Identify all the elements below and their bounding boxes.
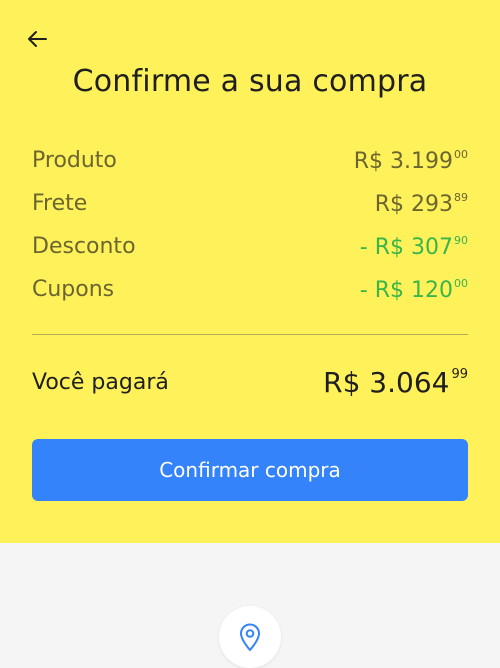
map-pin-icon bbox=[240, 623, 260, 651]
discount-row: Desconto - R$ 30790 bbox=[32, 225, 468, 268]
shipping-amount-main: R$ 293 bbox=[374, 191, 453, 217]
product-amount-main: R$ 3.199 bbox=[353, 148, 453, 174]
coupons-row: Cupons - R$ 12000 bbox=[32, 268, 468, 311]
total-row: Você pagará R$ 3.064 99 bbox=[32, 360, 468, 404]
product-label: Produto bbox=[32, 148, 117, 173]
discount-amount: - R$ 30790 bbox=[360, 234, 468, 260]
back-button[interactable] bbox=[20, 22, 54, 56]
purchase-summary-panel: Confirme a sua compra Produto R$ 3.19900… bbox=[0, 0, 500, 543]
total-amount-cents: 99 bbox=[451, 366, 468, 382]
coupons-label: Cupons bbox=[32, 277, 115, 302]
product-amount: R$ 3.19900 bbox=[354, 148, 468, 174]
coupons-amount-cents: 00 bbox=[454, 276, 468, 290]
total-label: Você pagará bbox=[32, 369, 169, 395]
location-badge bbox=[219, 606, 281, 668]
discount-amount-main: - R$ 307 bbox=[359, 234, 453, 260]
shipping-row: Frete R$ 29389 bbox=[32, 182, 468, 225]
price-breakdown: Produto R$ 3.19900 Frete R$ 29389 Descon… bbox=[32, 139, 468, 311]
shipping-amount: R$ 29389 bbox=[375, 191, 468, 217]
arrow-left-icon bbox=[28, 31, 47, 47]
product-row: Produto R$ 3.19900 bbox=[32, 139, 468, 182]
coupons-amount: - R$ 12000 bbox=[360, 277, 468, 303]
total-amount-main: R$ 3.064 bbox=[323, 365, 450, 399]
divider bbox=[32, 334, 468, 335]
confirm-purchase-button[interactable]: Confirmar compra bbox=[32, 439, 468, 501]
shipping-label: Frete bbox=[32, 191, 88, 216]
discount-label: Desconto bbox=[32, 234, 136, 259]
page-title: Confirme a sua compra bbox=[72, 64, 428, 99]
shipping-amount-cents: 89 bbox=[454, 190, 468, 204]
coupons-amount-main: - R$ 120 bbox=[359, 277, 453, 303]
discount-amount-cents: 90 bbox=[454, 233, 468, 247]
total-amount: R$ 3.064 99 bbox=[323, 366, 468, 399]
product-amount-cents: 00 bbox=[454, 147, 468, 161]
